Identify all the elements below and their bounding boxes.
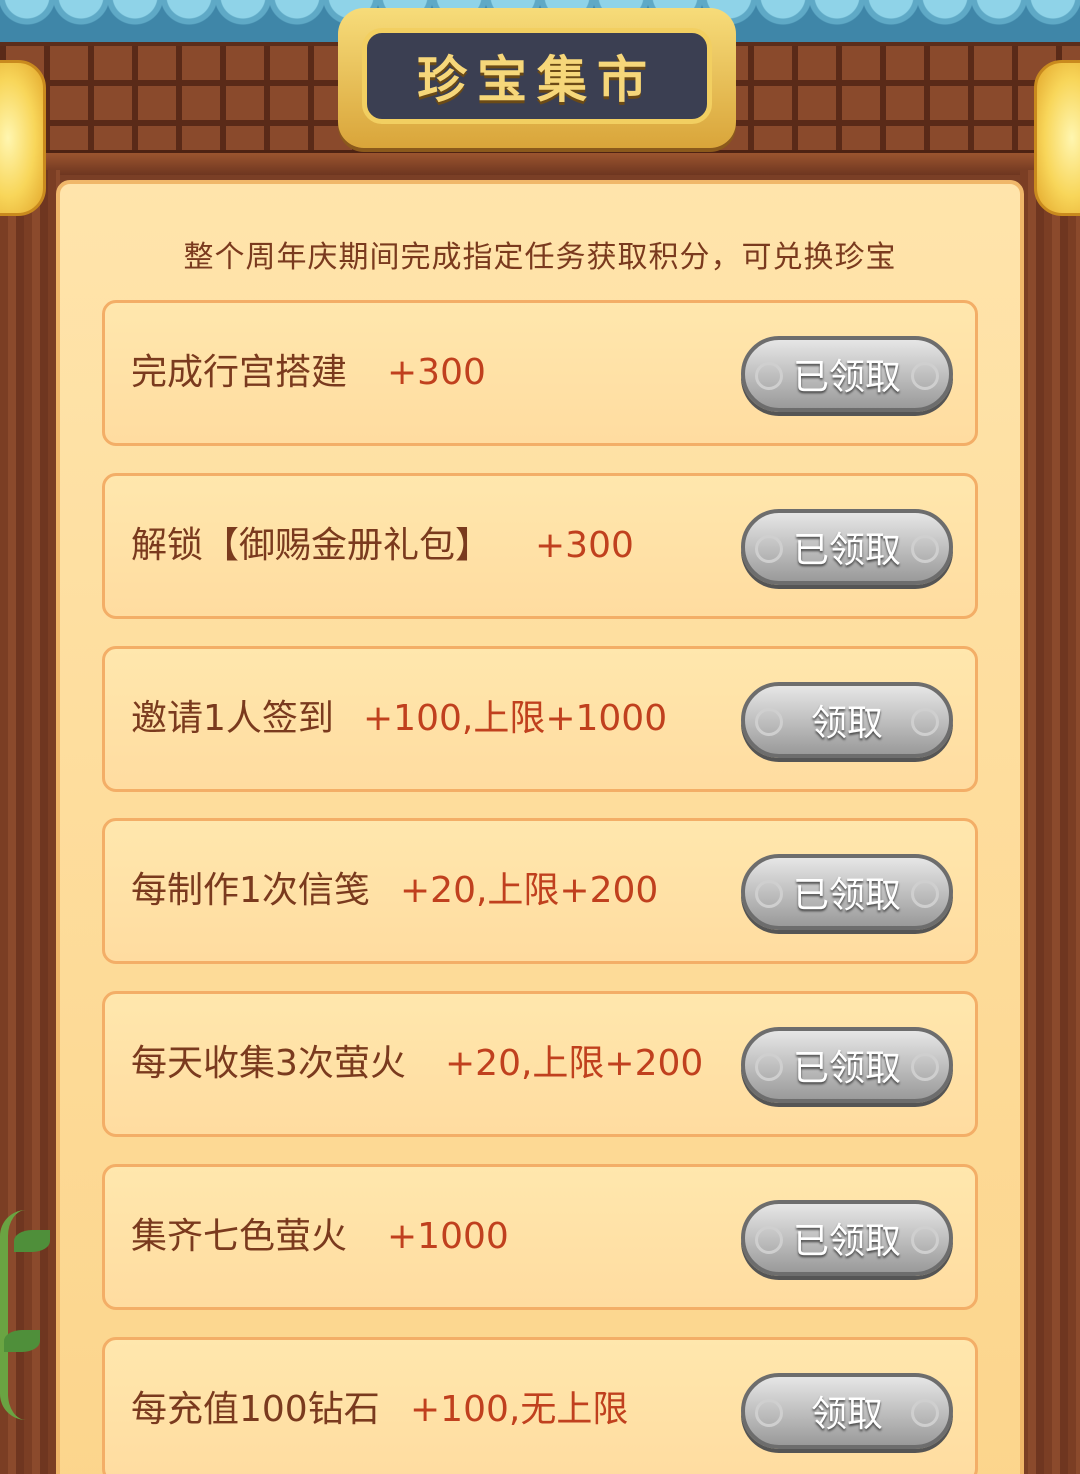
task-row: 集齐七色萤火 +1000 已领取 (102, 1164, 978, 1310)
task-label: 邀请1人签到 (131, 698, 334, 739)
task-points: +100,上限+1000 (363, 698, 668, 739)
lantern-icon (0, 60, 46, 216)
task-points: +20,上限+200 (400, 870, 659, 911)
task-label: 每天收集3次萤火 (131, 1043, 406, 1084)
task-points: +300 (535, 525, 634, 566)
task-label: 解锁【御赐金册礼包】 (131, 525, 492, 566)
claim-button-label: 领取 (810, 703, 883, 744)
task-points: +1000 (387, 1216, 509, 1257)
task-row: 解锁【御赐金册礼包】 +300 已领取 (102, 473, 978, 619)
lantern-icon (1034, 60, 1080, 216)
claim-button-label: 领取 (810, 1394, 883, 1435)
wooden-beam (0, 150, 1080, 175)
claim-button[interactable]: 领取 (741, 1373, 953, 1449)
task-label: 完成行宫搭建 (131, 352, 348, 393)
claimed-button[interactable]: 已领取 (741, 336, 953, 412)
leaf-icon (4, 1330, 40, 1352)
task-row: 邀请1人签到 +100,上限+1000 领取 (102, 646, 978, 792)
claim-button-label: 已领取 (792, 1048, 901, 1089)
title-plaque-inner: 珍宝集市 (362, 28, 712, 124)
task-points: +300 (387, 352, 486, 393)
task-label: 每制作1次信笺 (131, 870, 370, 911)
claimed-button[interactable]: 已领取 (741, 1027, 953, 1103)
claim-button-label: 已领取 (792, 530, 901, 571)
task-label: 每充值100钻石 (131, 1389, 380, 1430)
task-points: +20,上限+200 (445, 1043, 704, 1084)
claim-button-label: 已领取 (792, 875, 901, 916)
leaf-icon (14, 1230, 50, 1252)
claimed-button[interactable]: 已领取 (741, 509, 953, 585)
task-row: 每制作1次信笺 +20,上限+200 已领取 (102, 818, 978, 964)
claimed-button[interactable]: 已领取 (741, 1200, 953, 1276)
claim-button-label: 已领取 (792, 1221, 901, 1262)
title-plaque: 珍宝集市 (338, 8, 736, 148)
claim-button[interactable]: 领取 (741, 682, 953, 758)
right-pillar (1020, 170, 1080, 1474)
claim-button-label: 已领取 (792, 357, 901, 398)
treasure-market-page: 珍宝集市 整个周年庆期间完成指定任务获取积分，可兑换珍宝 完成行宫搭建 +300… (0, 0, 1080, 1474)
task-row: 每天收集3次萤火 +20,上限+200 已领取 (102, 991, 978, 1137)
task-label: 集齐七色萤火 (131, 1216, 348, 1257)
panel-subtitle: 整个周年庆期间完成指定任务获取积分，可兑换珍宝 (183, 240, 897, 275)
task-row: 完成行宫搭建 +300 已领取 (102, 300, 978, 446)
claimed-button[interactable]: 已领取 (741, 854, 953, 930)
page-title: 珍宝集市 (417, 50, 657, 109)
task-points: +100,无上限 (410, 1389, 629, 1430)
task-row: 每充值100钻石 +100,无上限 领取 (102, 1337, 978, 1474)
